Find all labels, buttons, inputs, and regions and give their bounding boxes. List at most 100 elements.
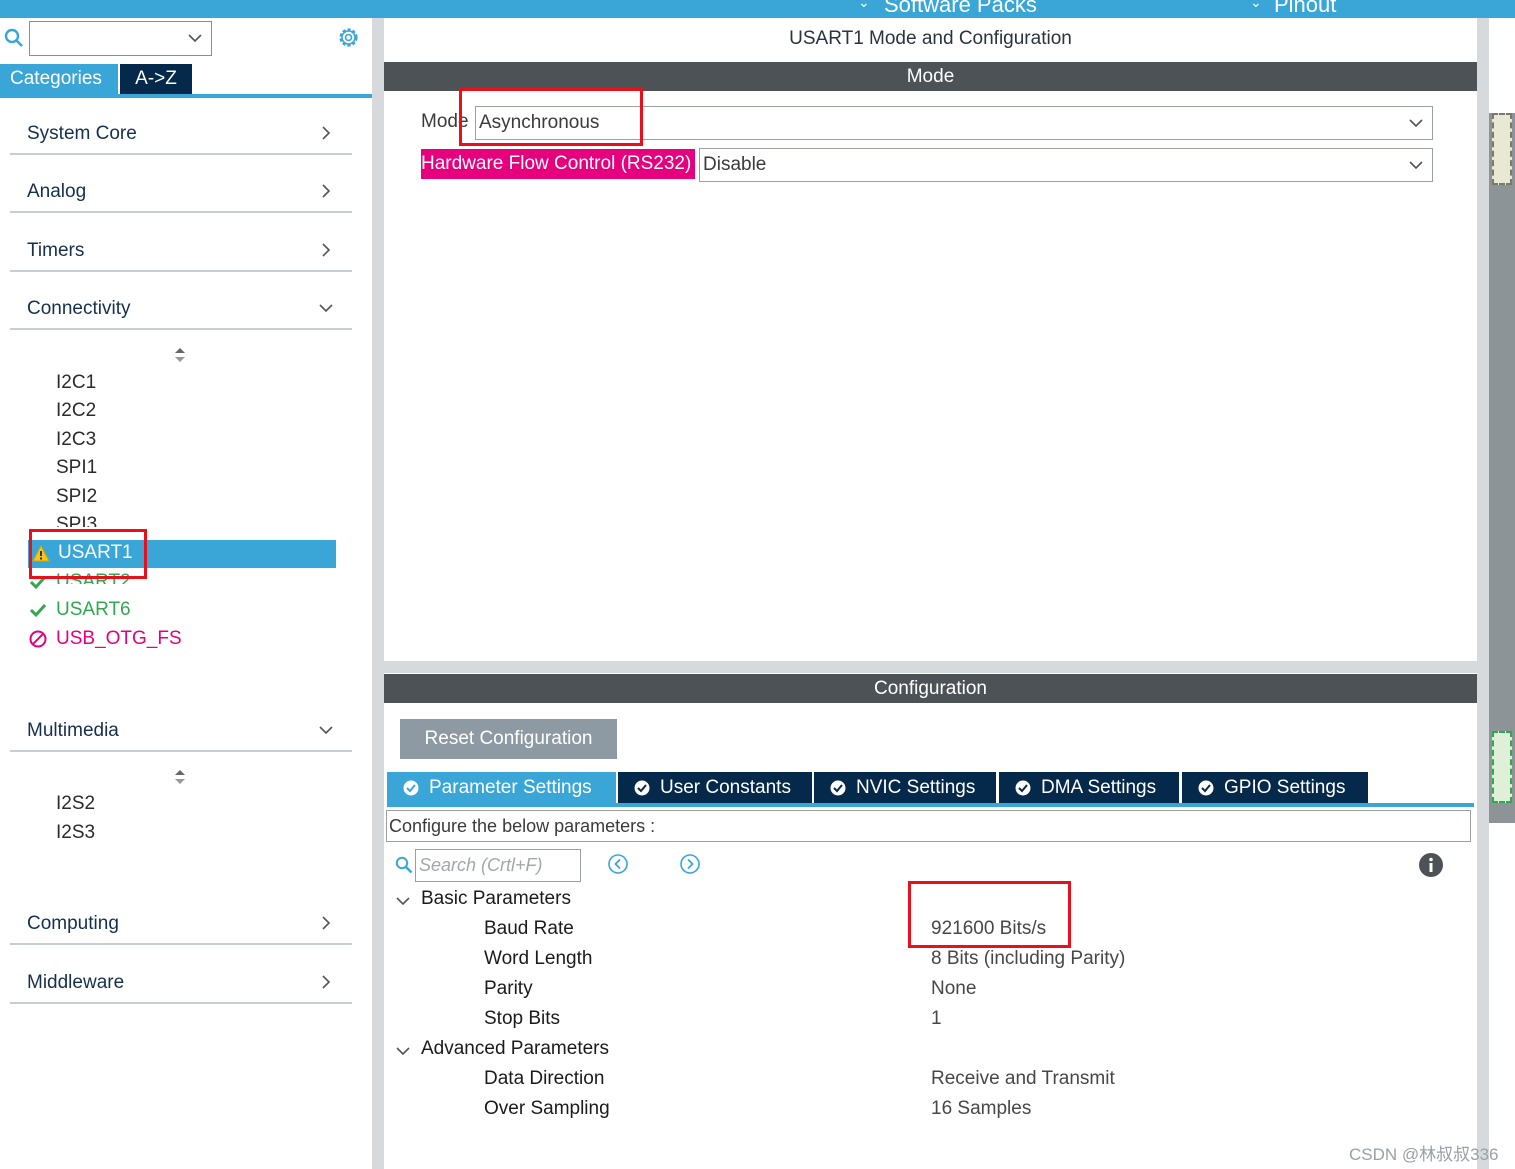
param-name[interactable]: Baud Rate bbox=[484, 918, 574, 940]
param-value[interactable]: Receive and Transmit bbox=[931, 1068, 1115, 1090]
category-system-core[interactable]: System Core bbox=[10, 117, 352, 155]
tab-dma-settings[interactable]: DMA Settings bbox=[999, 772, 1179, 803]
check-circle-icon bbox=[403, 780, 419, 796]
panel-splitter[interactable] bbox=[372, 18, 384, 1169]
param-value[interactable]: None bbox=[931, 978, 976, 1000]
tab-user-constants[interactable]: User Constants bbox=[618, 772, 812, 803]
category-timers[interactable]: Timers bbox=[10, 234, 352, 272]
list-item-i2c2[interactable]: I2C2 bbox=[56, 399, 96, 423]
category-view-tabs: Categories A->Z bbox=[0, 64, 372, 98]
list-item-spi3[interactable]: SPI3 bbox=[56, 513, 97, 527]
category-label: Multimedia bbox=[27, 720, 119, 741]
category-middleware[interactable]: Middleware bbox=[10, 966, 352, 1004]
configure-hint: Configure the below parameters : bbox=[386, 810, 1471, 842]
configuration-tabs: Parameter Settings User Constants NVIC S… bbox=[387, 772, 1474, 807]
chevron-down-icon[interactable] bbox=[395, 1043, 411, 1059]
gear-icon[interactable] bbox=[335, 24, 362, 51]
tab-label: GPIO Settings bbox=[1224, 777, 1346, 798]
chevron-down-icon[interactable] bbox=[395, 893, 411, 909]
tab-label: DMA Settings bbox=[1041, 777, 1157, 798]
chevron-down-icon[interactable] bbox=[1408, 115, 1424, 131]
tab-label: NVIC Settings bbox=[856, 777, 976, 798]
check-circle-icon bbox=[1198, 780, 1214, 796]
category-label: Timers bbox=[27, 240, 85, 261]
pinout-view-edge bbox=[1489, 18, 1515, 1169]
list-item-i2s3[interactable]: I2S3 bbox=[56, 821, 95, 845]
panel-splitter[interactable] bbox=[1477, 18, 1489, 1169]
tab-label: User Constants bbox=[660, 777, 791, 798]
chevron-down-icon[interactable] bbox=[1408, 157, 1424, 173]
hw-flow-control-value: Disable bbox=[703, 154, 767, 175]
check-circle-icon bbox=[830, 780, 846, 796]
tab-parameter-settings[interactable]: Parameter Settings bbox=[387, 772, 616, 803]
chevron-right-icon bbox=[322, 975, 331, 989]
group-basic-parameters[interactable]: Basic Parameters bbox=[421, 888, 571, 910]
list-item-i2c1[interactable]: I2C1 bbox=[56, 371, 96, 395]
sidebar-search-row bbox=[0, 18, 372, 62]
param-name[interactable]: Stop Bits bbox=[484, 1008, 560, 1030]
category-multimedia[interactable]: Multimedia bbox=[10, 714, 352, 752]
sort-icon[interactable] bbox=[173, 769, 187, 785]
check-circle-icon bbox=[634, 780, 650, 796]
param-name[interactable]: Word Length bbox=[484, 948, 592, 970]
reset-configuration-button[interactable]: Reset Configuration bbox=[400, 719, 617, 759]
chevron-down-icon: ⌄ bbox=[1250, 0, 1262, 10]
tab-categories[interactable]: Categories bbox=[0, 64, 118, 94]
param-name[interactable]: Over Sampling bbox=[484, 1098, 610, 1120]
list-item-spi2[interactable]: SPI2 bbox=[56, 485, 97, 509]
categories-panel: Categories A->Z System Core Analog Timer… bbox=[0, 18, 372, 1169]
category-label: Connectivity bbox=[27, 298, 131, 319]
info-icon[interactable] bbox=[1418, 852, 1444, 878]
param-value[interactable]: 16 Samples bbox=[931, 1098, 1031, 1120]
param-name[interactable]: Parity bbox=[484, 978, 533, 1000]
previous-icon[interactable] bbox=[607, 853, 629, 875]
category-label: Computing bbox=[27, 913, 119, 934]
chevron-down-icon: ⌄ bbox=[858, 0, 870, 10]
list-item-usb-otg-fs[interactable]: USB_OTG_FS bbox=[56, 627, 182, 651]
pin-fragment bbox=[1492, 113, 1512, 185]
list-item-i2c3[interactable]: I2C3 bbox=[56, 428, 96, 452]
chevron-right-icon bbox=[322, 184, 331, 198]
hw-flow-control-select[interactable]: Disable bbox=[699, 148, 1433, 182]
parameter-search-input[interactable]: Search (Crtl+F) bbox=[415, 849, 581, 882]
page-title: USART1 Mode and Configuration bbox=[789, 28, 1072, 49]
watermark: CSDN @林叔叔336 bbox=[1349, 1145, 1499, 1164]
param-value[interactable]: 1 bbox=[931, 1008, 942, 1030]
annotation-box-usart1 bbox=[29, 529, 147, 579]
software-packs-menu[interactable]: Software Packs bbox=[884, 0, 1037, 18]
mode-section-header: Mode bbox=[384, 62, 1477, 91]
sidebar-search-combo[interactable] bbox=[29, 21, 212, 56]
category-computing[interactable]: Computing bbox=[10, 907, 352, 945]
list-item-i2s2[interactable]: I2S2 bbox=[56, 792, 95, 816]
chevron-down-icon bbox=[319, 726, 333, 735]
tab-gpio-settings[interactable]: GPIO Settings bbox=[1182, 772, 1368, 803]
sort-icon[interactable] bbox=[173, 347, 187, 363]
section-divider[interactable] bbox=[384, 661, 1477, 673]
tab-nvic-settings[interactable]: NVIC Settings bbox=[814, 772, 996, 803]
category-label: System Core bbox=[27, 123, 137, 144]
check-icon bbox=[29, 603, 47, 618]
param-name[interactable]: Data Direction bbox=[484, 1068, 604, 1090]
list-item-spi1[interactable]: SPI1 bbox=[56, 456, 97, 480]
chevron-right-icon bbox=[322, 126, 331, 140]
chevron-right-icon bbox=[322, 916, 331, 930]
pinout-menu[interactable]: Pinout bbox=[1274, 0, 1336, 18]
tab-label: Parameter Settings bbox=[429, 777, 592, 798]
param-value[interactable]: 8 Bits (including Parity) bbox=[931, 948, 1125, 970]
next-icon[interactable] bbox=[679, 853, 701, 875]
hw-flow-control-label: Hardware Flow Control (RS232) bbox=[421, 149, 696, 179]
search-icon[interactable] bbox=[395, 856, 413, 874]
search-icon[interactable] bbox=[4, 28, 24, 48]
check-circle-icon bbox=[1015, 780, 1031, 796]
chip-body-fragment bbox=[1489, 113, 1515, 823]
category-label: Analog bbox=[27, 181, 87, 202]
group-advanced-parameters[interactable]: Advanced Parameters bbox=[421, 1038, 609, 1060]
tab-a-to-z[interactable]: A->Z bbox=[120, 64, 192, 94]
chevron-down-icon[interactable] bbox=[187, 30, 203, 46]
category-connectivity[interactable]: Connectivity bbox=[10, 292, 352, 330]
pin-fragment bbox=[1492, 731, 1512, 803]
category-label: Middleware bbox=[27, 972, 125, 993]
list-item-usart6[interactable]: USART6 bbox=[56, 598, 131, 622]
chevron-right-icon bbox=[322, 243, 331, 257]
category-analog[interactable]: Analog bbox=[10, 175, 352, 213]
